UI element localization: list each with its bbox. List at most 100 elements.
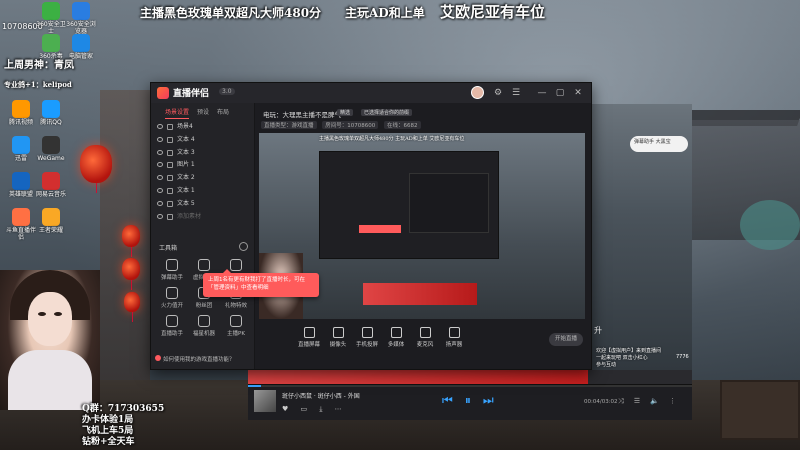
- source-label: 扬声器: [445, 342, 463, 348]
- tab-presets[interactable]: 预设: [197, 107, 209, 116]
- sidebar-tabs: 场景设置 预设 布局: [151, 105, 255, 119]
- eye-icon[interactable]: [157, 200, 163, 206]
- tool-button[interactable]: 主播PK: [221, 315, 251, 337]
- stream-tag[interactable]: 已选择适合你的前缀: [361, 109, 413, 116]
- lantern-icon: [80, 145, 112, 193]
- player-controls[interactable]: ⏮⏸⏭: [442, 393, 506, 408]
- preview-nested-window: [409, 173, 489, 233]
- upgrade-text: 升: [594, 326, 602, 335]
- lantern-icon: [122, 258, 140, 290]
- scene-item[interactable]: 文本 5: [155, 198, 251, 211]
- scene-label: 文本 4: [177, 135, 195, 143]
- player-right-icons[interactable]: ⤨ ☰ 🔈 ⋮: [618, 397, 680, 406]
- player-progress-bar[interactable]: [248, 385, 692, 387]
- tool-button[interactable]: 福星机器: [189, 315, 219, 337]
- minimize-icon[interactable]: —: [535, 86, 549, 100]
- album-cover[interactable]: [254, 390, 276, 412]
- source-button[interactable]: 多媒体: [382, 327, 410, 348]
- qq-group-text: Q群：717303655: [82, 404, 165, 414]
- eye-icon[interactable]: [157, 162, 163, 168]
- desktop-icon[interactable]: 英雄联盟: [4, 172, 38, 199]
- toolbox-title: 工具箱: [159, 245, 178, 252]
- source-type-icon: [167, 136, 173, 143]
- pause-icon[interactable]: ⏸: [465, 393, 483, 407]
- tool-button[interactable]: 直播助手: [157, 315, 187, 337]
- tab-scenes[interactable]: 场景设置: [165, 107, 190, 119]
- stream-tag[interactable]: 精选: [337, 109, 354, 116]
- desktop-icon[interactable]: 网易云音乐: [34, 172, 68, 199]
- live-icon: [12, 208, 30, 226]
- prev-icon[interactable]: ⏮: [442, 393, 465, 407]
- notice-tooltip: 上周1名有更有财我打了直播时长，可在「管理资料」中查看明细: [203, 269, 319, 297]
- chat-bubble: 弹幕助手 大黑宝: [630, 136, 688, 152]
- source-button[interactable]: 摄像头: [324, 327, 352, 348]
- toolbox-more-icon[interactable]: [239, 242, 248, 251]
- game-icon: [12, 172, 30, 190]
- eye-icon[interactable]: [157, 149, 163, 155]
- desktop-icon[interactable]: 斗鱼直播伴侣: [4, 208, 38, 241]
- live-companion-window: 直播伴侣 3.0 ⚙ ☰ — ▢ ✕ 场景设置 预设 布局 场景4 文本 4 文本 …: [150, 82, 592, 370]
- song-title: 斑仔小西鼠 · 斑仔小西 - 外国: [282, 393, 360, 400]
- source-type-icon: [167, 213, 173, 220]
- desktop-icon[interactable]: 王者荣耀: [34, 208, 68, 235]
- stream-red-banner: [248, 370, 588, 384]
- desktop-icon[interactable]: 迅雷: [4, 136, 38, 163]
- maximize-icon[interactable]: ▢: [553, 86, 567, 100]
- song-time: 00:04/03:02: [584, 399, 618, 405]
- source-button[interactable]: 直播屏幕: [295, 327, 323, 348]
- source-button[interactable]: 麦克风: [411, 327, 439, 348]
- help-icon: [155, 355, 161, 361]
- desktop-icon[interactable]: 腾讯QQ: [34, 100, 68, 127]
- scene-label: 文本 1: [177, 186, 195, 194]
- scene-item[interactable]: 文本 1: [155, 185, 251, 198]
- player-progress-fill: [248, 385, 262, 387]
- scene-item[interactable]: 场景4: [155, 121, 251, 134]
- avatar[interactable]: [471, 86, 484, 99]
- stream-title[interactable]: 电玩：大理黑主播不是脾气: [263, 109, 341, 119]
- source-button[interactable]: 手机投屏: [353, 327, 381, 348]
- desktop-icon[interactable]: WeGame: [34, 136, 68, 163]
- viewer-count: 7776: [676, 354, 689, 360]
- scene-item[interactable]: 文本 4: [155, 134, 251, 147]
- music-player: 斑仔小西鼠 · 斑仔小西 - 外国 ♥ ▭ ⤓ ⋯ ⏮⏸⏭ 00:04/03:0…: [248, 384, 692, 420]
- desktop-icon[interactable]: 腾讯视频: [4, 100, 38, 127]
- source-button[interactable]: 扬声器: [440, 327, 468, 348]
- antivirus-icon: [42, 34, 60, 52]
- info-line: 办卡体验1局: [82, 415, 134, 425]
- tool-button[interactable]: 弹幕助手: [157, 259, 187, 281]
- source-type-icon: [167, 200, 173, 207]
- tab-layout[interactable]: 布局: [217, 107, 229, 116]
- stream-overlay-banner: 主播黑色玫瑰单双超凡大师480分 主玩AD和上单 艾欧尼亚有车位: [0, 2, 800, 24]
- settings-icon[interactable]: ⚙: [491, 86, 505, 100]
- eye-icon[interactable]: [157, 175, 163, 181]
- scene-item[interactable]: 文本 2: [155, 172, 251, 185]
- scene-item[interactable]: 添加素材: [155, 211, 251, 224]
- source-icon: [303, 327, 315, 338]
- source-label: 手机投屏: [355, 342, 378, 348]
- source-icon: [448, 327, 460, 338]
- player-action-icons[interactable]: ♥ ▭ ⤓ ⋯: [282, 405, 347, 414]
- next-icon[interactable]: ⏭: [483, 393, 506, 407]
- banner-dark-segment: [588, 370, 692, 384]
- info-line: 钻粉+全天车: [82, 437, 135, 447]
- eye-icon[interactable]: [157, 213, 163, 219]
- meta-chip[interactable]: 直播类型：游戏直播: [261, 121, 317, 129]
- desktop-icon[interactable]: 360安全卫士: [34, 2, 68, 35]
- game-icon: [42, 208, 60, 226]
- game-platform-icon: [42, 136, 60, 154]
- eye-icon[interactable]: [157, 187, 163, 193]
- eye-icon[interactable]: [157, 124, 163, 129]
- start-live-button[interactable]: 开始直播: [549, 333, 583, 346]
- desktop-icon[interactable]: 360安全浏览器: [64, 2, 98, 35]
- notification-icon[interactable]: ☰: [509, 86, 523, 100]
- help-link[interactable]: 如何使用我的游戏直播功能？: [163, 355, 235, 363]
- eye-icon[interactable]: [157, 136, 163, 142]
- overlay-role-text: 主玩AD和上单: [345, 6, 425, 20]
- scene-item[interactable]: 图片 1: [155, 159, 251, 172]
- browser-icon: [72, 2, 90, 20]
- scene-label: 文本 2: [177, 174, 195, 182]
- close-icon[interactable]: ✕: [571, 86, 585, 100]
- tool-button[interactable]: 火力值开: [157, 287, 187, 309]
- scene-item[interactable]: 文本 3: [155, 147, 251, 160]
- app-logo-icon: [157, 87, 169, 99]
